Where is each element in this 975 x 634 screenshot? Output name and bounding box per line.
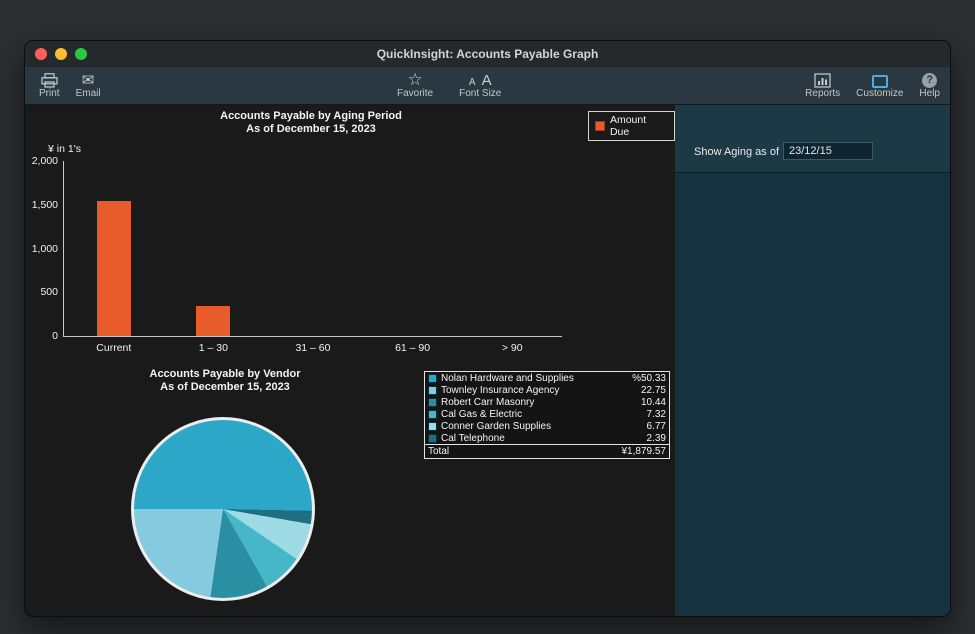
vendor-total-row: Total ¥1,879.57 xyxy=(425,444,669,458)
y-ticks: 2,0001,5001,0005000 xyxy=(25,161,58,336)
vendor-value: 6.77 xyxy=(647,421,666,432)
print-button[interactable]: Print xyxy=(39,67,60,99)
y-tick-label: 2,000 xyxy=(25,155,58,167)
customize-window-icon xyxy=(872,70,888,88)
reports-label: Reports xyxy=(805,88,840,99)
zoom-button[interactable] xyxy=(75,48,87,60)
y-tick-label: 0 xyxy=(25,330,58,342)
vendor-swatch xyxy=(428,434,437,443)
favorite-label: Favorite xyxy=(397,88,433,99)
y-axis-label: ¥ in 1's xyxy=(27,143,81,155)
vendor-value: %50.33 xyxy=(632,373,666,384)
customize-button[interactable]: Customize xyxy=(856,67,903,99)
vendor-swatch xyxy=(428,374,437,383)
vendor-name: Conner Garden Supplies xyxy=(441,421,647,432)
star-icon: ☆ xyxy=(407,70,422,88)
options-panel-top: Show Aging as of xyxy=(675,105,950,173)
x-category-label: 31 – 60 xyxy=(263,342,363,354)
vendor-swatch xyxy=(428,410,437,419)
font-size-button[interactable]: A A Font Size xyxy=(459,67,501,99)
vendor-name: Cal Telephone xyxy=(441,433,647,444)
vendor-row: Conner Garden Supplies6.77 xyxy=(425,420,669,432)
email-label: Email xyxy=(76,88,101,99)
x-axis-line xyxy=(63,336,562,337)
vendor-value: 10.44 xyxy=(641,397,666,408)
bar-amount-due[interactable] xyxy=(97,201,131,336)
vendor-table-rows: Nolan Hardware and Supplies%50.33Townley… xyxy=(425,372,669,444)
amount-due-swatch xyxy=(595,121,605,131)
favorite-button[interactable]: ☆ Favorite xyxy=(397,67,433,99)
vendor-name: Robert Carr Masonry xyxy=(441,397,641,408)
bar-slot: Current xyxy=(64,161,164,336)
help-button[interactable]: ? Help xyxy=(919,67,940,99)
toolbar-center-group: ☆ Favorite A A Font Size xyxy=(397,67,501,105)
bar-chart-subtitle: As of December 15, 2023 xyxy=(125,123,497,136)
bar-chart-title: Accounts Payable by Aging Period As of D… xyxy=(125,110,497,136)
vendor-value: 7.32 xyxy=(647,409,666,420)
vendor-name: Townley Insurance Agency xyxy=(441,385,641,396)
vendor-row: Nolan Hardware and Supplies%50.33 xyxy=(425,372,669,384)
pie-chart-title-line: Accounts Payable by Vendor xyxy=(105,368,345,381)
vendor-table: Nolan Hardware and Supplies%50.33Townley… xyxy=(424,371,670,459)
printer-icon xyxy=(41,70,58,88)
vendor-name: Nolan Hardware and Supplies xyxy=(441,373,632,384)
bar-plot: Current1 – 3031 – 6061 – 90> 90 xyxy=(64,161,562,336)
minimize-button[interactable] xyxy=(55,48,67,60)
content-area: Accounts Payable by Aging Period As of D… xyxy=(25,105,950,616)
show-aging-label: Show Aging as of xyxy=(694,146,779,158)
font-size-label: Font Size xyxy=(459,88,501,99)
vendor-swatch xyxy=(428,422,437,431)
bar-chart-title-line: Accounts Payable by Aging Period xyxy=(125,110,497,123)
bar-slot: 1 – 30 xyxy=(164,161,264,336)
app-window: QuickInsight: Accounts Payable Graph Pri… xyxy=(24,40,951,617)
vendor-total-label: Total xyxy=(428,446,622,457)
toolbar-left-group: Print ✉ Email xyxy=(39,67,101,105)
title-bar: QuickInsight: Accounts Payable Graph xyxy=(25,41,950,67)
report-chart-icon xyxy=(814,70,831,88)
amount-due-legend: Amount Due xyxy=(588,111,675,141)
reports-button[interactable]: Reports xyxy=(805,67,840,99)
traffic-lights xyxy=(35,48,87,60)
amount-due-label: Amount Due xyxy=(610,114,668,138)
y-tick-label: 500 xyxy=(25,286,58,298)
vendor-value: 22.75 xyxy=(641,385,666,396)
bar-amount-due[interactable] xyxy=(196,306,230,336)
font-size-icon: A A xyxy=(469,70,492,88)
bar-slot: 31 – 60 xyxy=(263,161,363,336)
x-category-label: > 90 xyxy=(462,342,562,354)
vendor-row: Cal Telephone2.39 xyxy=(425,432,669,444)
vendor-name: Cal Gas & Electric xyxy=(441,409,647,420)
toolbar-right-group: Reports Customize ? Help xyxy=(805,67,940,105)
email-button[interactable]: ✉ Email xyxy=(76,67,101,99)
pie-chart-subtitle: As of December 15, 2023 xyxy=(105,381,345,394)
customize-label: Customize xyxy=(856,88,903,99)
vendor-total-value: ¥1,879.57 xyxy=(622,446,667,457)
y-tick-label: 1,500 xyxy=(25,199,58,211)
bar-slot: > 90 xyxy=(462,161,562,336)
options-panel: Show Aging as of xyxy=(675,105,950,616)
x-category-label: 1 – 30 xyxy=(164,342,264,354)
vendor-row: Robert Carr Masonry10.44 xyxy=(425,396,669,408)
vendor-row: Townley Insurance Agency22.75 xyxy=(425,384,669,396)
x-category-label: Current xyxy=(64,342,164,354)
y-tick-label: 1,000 xyxy=(25,243,58,255)
print-label: Print xyxy=(39,88,60,99)
graph-area: Accounts Payable by Aging Period As of D… xyxy=(25,105,675,616)
vendor-swatch xyxy=(428,386,437,395)
vendor-value: 2.39 xyxy=(647,433,666,444)
toolbar: Print ✉ Email ☆ Favorite A A Font Size xyxy=(25,67,950,105)
window-title: QuickInsight: Accounts Payable Graph xyxy=(25,47,950,61)
pie-chart-title: Accounts Payable by Vendor As of Decembe… xyxy=(105,368,345,394)
bar-slot: 61 – 90 xyxy=(363,161,463,336)
vendor-swatch xyxy=(428,398,437,407)
aging-date-input[interactable] xyxy=(783,142,873,160)
help-label: Help xyxy=(919,88,940,99)
help-icon: ? xyxy=(922,70,937,88)
desktop: { "window": { "title": "QuickInsight: Ac… xyxy=(0,0,975,634)
x-category-label: 61 – 90 xyxy=(363,342,463,354)
vendor-pie[interactable] xyxy=(131,417,315,601)
envelope-icon: ✉ xyxy=(82,70,95,88)
close-button[interactable] xyxy=(35,48,47,60)
vendor-row: Cal Gas & Electric7.32 xyxy=(425,408,669,420)
